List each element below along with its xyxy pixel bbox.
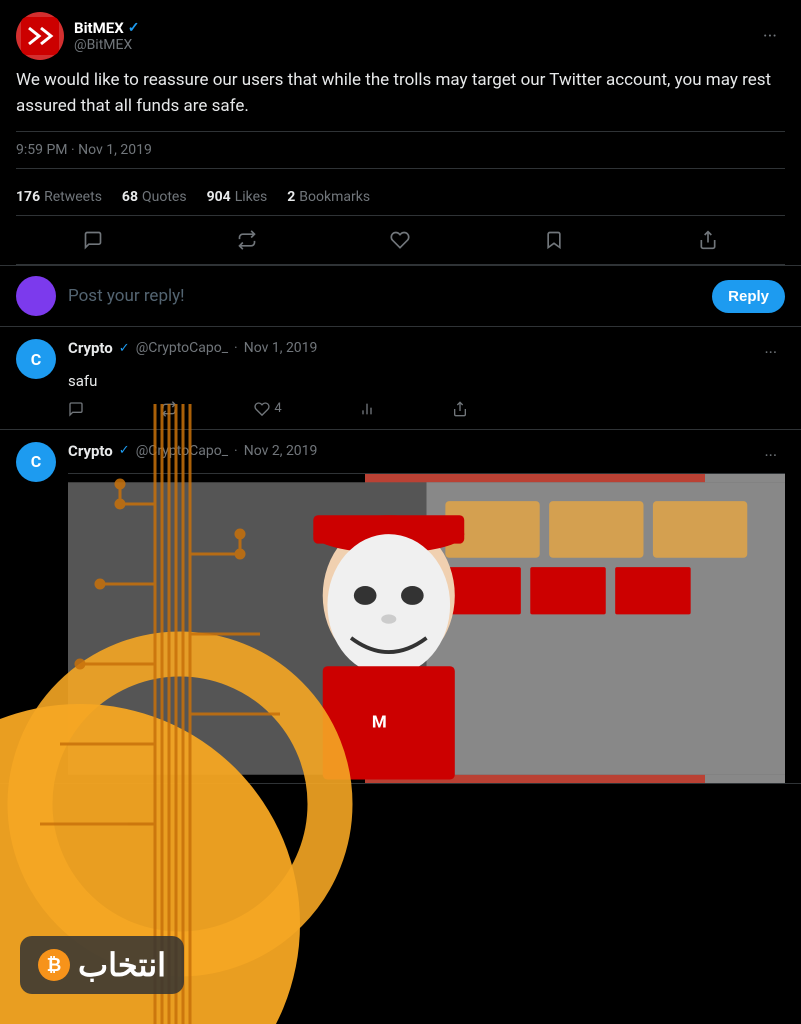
bookmarks-label: Bookmarks xyxy=(299,189,370,205)
tweet-actions xyxy=(16,216,785,265)
reply-2-header: Crypto ✓ @CryptoCapo_ · Nov 2, 2019 ··· xyxy=(68,442,785,469)
reply-1-author-col: C xyxy=(16,339,56,417)
reply-button[interactable]: Reply xyxy=(712,280,785,313)
tweet-author: BitMEX ✓ @BitMEX xyxy=(16,12,139,60)
reply-user-avatar xyxy=(16,276,56,316)
reply-1-handle: @CryptoCapo_ xyxy=(136,340,228,356)
quotes-label: Quotes xyxy=(142,189,187,205)
reply-action-button[interactable] xyxy=(71,224,115,256)
reply-1-likes-count: 4 xyxy=(274,401,281,416)
author-info: BitMEX ✓ @BitMEX xyxy=(74,19,139,53)
reply-2-verified-icon: ✓ xyxy=(119,443,130,458)
reply-2-name: Crypto xyxy=(68,442,113,460)
reply-placeholder[interactable]: Post your reply! xyxy=(68,286,712,306)
verified-icon: ✓ xyxy=(128,20,140,36)
tweet-content: We would like to reassure our users that… xyxy=(16,68,785,119)
reply-2-handle: @CryptoCapo_ xyxy=(136,443,228,459)
bookmarks-count: 2 xyxy=(287,189,295,205)
like-action-button[interactable] xyxy=(378,224,422,256)
reply-1-text: safu xyxy=(68,370,785,393)
reply-tweet-2: C Crypto ✓ @CryptoCapo_ · Nov 2, 2019 ··… xyxy=(0,430,801,784)
likes-stat: 904 Likes xyxy=(207,189,268,205)
bitmex-logo xyxy=(21,17,59,55)
reply-input-wrapper: Post your reply! Reply xyxy=(68,280,785,313)
reply-tweet-1: C Crypto ✓ @CryptoCapo_ · Nov 1, 2019 ··… xyxy=(0,327,801,430)
bookmark-action-button[interactable] xyxy=(532,224,576,256)
avatar xyxy=(16,12,64,60)
reply-1-content: Crypto ✓ @CryptoCapo_ · Nov 1, 2019 ··· … xyxy=(68,339,785,417)
watermark-text: انتخاب xyxy=(78,946,166,984)
tweet-container: BitMEX ✓ @BitMEX ··· We would like to re… xyxy=(0,0,801,266)
reply-1-avatar: C xyxy=(16,339,56,379)
author-name-row: BitMEX ✓ xyxy=(74,19,139,37)
reply-2-avatar: C xyxy=(16,442,56,482)
watermark-logo: ₿ انتخاب xyxy=(20,936,184,994)
reply-2-author-info: Crypto ✓ @CryptoCapo_ · Nov 2, 2019 xyxy=(68,442,317,460)
tweet-timestamp: 9:59 PM · Nov 1, 2019 xyxy=(16,131,785,169)
retweet-action-button[interactable] xyxy=(225,224,269,256)
retweets-count: 176 xyxy=(16,189,40,205)
reply-1-reply-button[interactable] xyxy=(68,401,84,417)
reply-1-analytics-button[interactable] xyxy=(359,401,375,417)
reply-2-author-col: C xyxy=(16,442,56,783)
reply-1-more-button[interactable]: ··· xyxy=(756,339,785,366)
reply-1-header: Crypto ✓ @CryptoCapo_ · Nov 1, 2019 ··· xyxy=(68,339,785,366)
replies-section: C Crypto ✓ @CryptoCapo_ · Nov 1, 2019 ··… xyxy=(0,327,801,784)
reply-1-share-button[interactable] xyxy=(452,401,468,417)
reply-2-content: Crypto ✓ @CryptoCapo_ · Nov 2, 2019 ··· xyxy=(68,442,785,783)
reply-1-like-button[interactable]: 4 xyxy=(254,401,281,417)
meme-svg: M xyxy=(68,474,785,783)
more-options-button[interactable]: ··· xyxy=(755,22,785,51)
meme-image: M xyxy=(68,473,785,783)
bitcoin-icon: ₿ xyxy=(38,949,70,981)
bitcoin-symbol: ₿ xyxy=(47,955,62,976)
author-handle: @BitMEX xyxy=(74,37,139,53)
reply-2-date: Nov 2, 2019 xyxy=(244,443,318,459)
retweets-label: Retweets xyxy=(44,189,102,205)
reply-1-author-info: Crypto ✓ @CryptoCapo_ · Nov 1, 2019 xyxy=(68,339,317,357)
reply-1-actions: 4 xyxy=(68,401,468,417)
likes-label: Likes xyxy=(235,189,268,205)
svg-text:M: M xyxy=(372,712,387,732)
reply-1-dot: · xyxy=(234,340,238,356)
tweet-header: BitMEX ✓ @BitMEX ··· xyxy=(16,12,785,60)
reply-1-date: Nov 1, 2019 xyxy=(244,340,318,356)
reply-2-more-button[interactable]: ··· xyxy=(756,442,785,469)
likes-count: 904 xyxy=(207,189,231,205)
retweets-stat: 176 Retweets xyxy=(16,189,102,205)
author-name-text: BitMEX xyxy=(74,19,124,37)
quotes-count: 68 xyxy=(122,189,138,205)
reply-2-dot: · xyxy=(234,443,238,459)
tweet-stats: 176 Retweets 68 Quotes 904 Likes 2 Bookm… xyxy=(16,179,785,216)
reply-1-verified-icon: ✓ xyxy=(119,341,130,356)
bookmarks-stat: 2 Bookmarks xyxy=(287,189,370,205)
reply-input-area: Post your reply! Reply xyxy=(0,266,801,327)
quotes-stat: 68 Quotes xyxy=(122,189,187,205)
share-action-button[interactable] xyxy=(686,224,730,256)
reply-1-name: Crypto xyxy=(68,339,113,357)
reply-1-retweet-button[interactable] xyxy=(161,401,177,417)
